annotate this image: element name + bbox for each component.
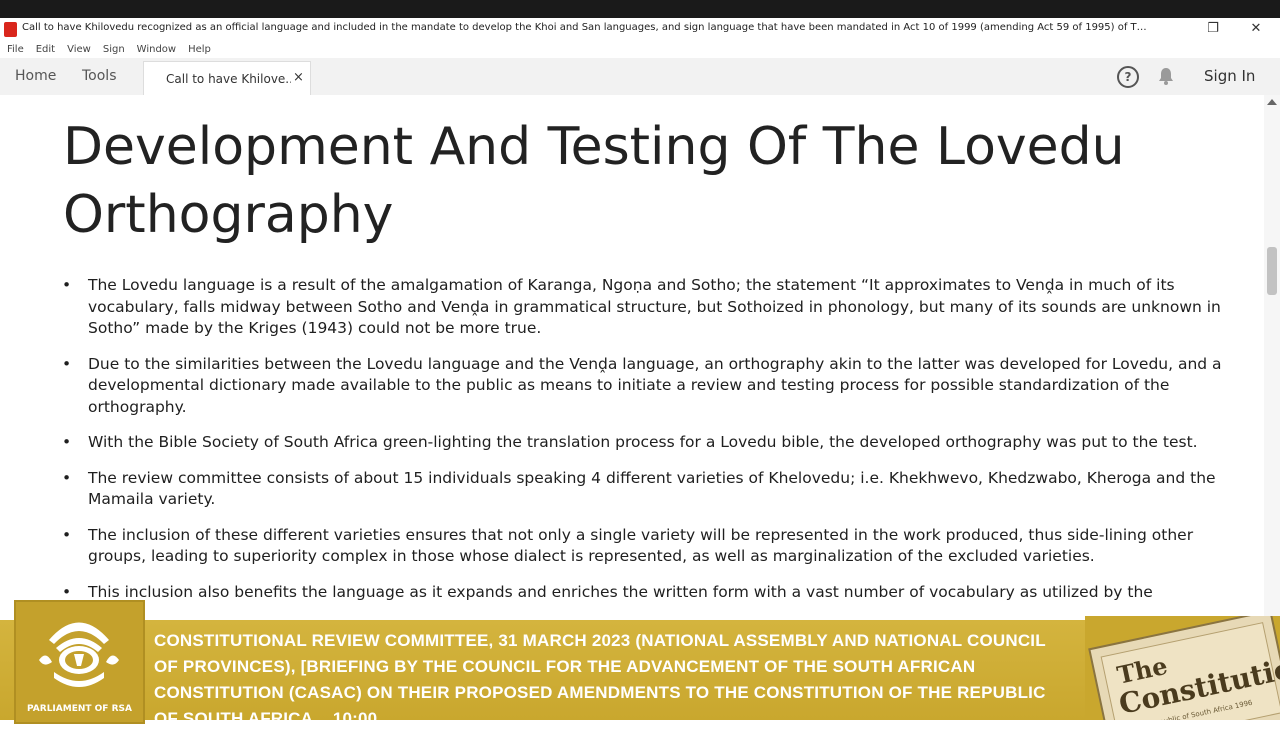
- parliament-logo: PARLIAMENT OF RSA: [14, 600, 145, 724]
- tab-tools[interactable]: Tools: [82, 68, 117, 84]
- scroll-up-icon[interactable]: [1267, 99, 1277, 105]
- bullet-list: The Lovedu language is a result of the a…: [62, 275, 1222, 617]
- tab-document[interactable]: Call to have Khilove... ×: [143, 61, 311, 96]
- banner-caption: CONSTITUTIONAL REVIEW COMMITTEE, 31 MARC…: [154, 631, 1046, 728]
- menu-help[interactable]: Help: [188, 44, 211, 55]
- menu-edit[interactable]: Edit: [36, 44, 55, 55]
- window-title: Call to have Khilovedu recognized as an …: [22, 22, 1152, 33]
- sign-in-button[interactable]: Sign In: [1204, 67, 1255, 85]
- menu-bar: File Edit View Sign Window Help: [0, 41, 1280, 58]
- list-item: Due to the similarities between the Love…: [62, 354, 1222, 419]
- list-item: The review committee consists of about 1…: [62, 468, 1222, 511]
- menu-window[interactable]: Window: [137, 44, 176, 55]
- parliament-name: PARLIAMENT OF RSA: [27, 704, 132, 714]
- pdf-app-icon: [4, 22, 17, 37]
- list-item: This inclusion also benefits the languag…: [62, 582, 1222, 604]
- menu-view[interactable]: View: [67, 44, 91, 55]
- list-item: The inclusion of these different varieti…: [62, 525, 1222, 568]
- restore-button[interactable]: ❐: [1195, 19, 1231, 39]
- top-strip: [0, 0, 1280, 18]
- list-item: With the Bible Society of South Africa g…: [62, 432, 1222, 454]
- help-icon[interactable]: ?: [1117, 66, 1139, 88]
- parliament-emblem-icon: [39, 622, 119, 687]
- notification-bell-icon[interactable]: [1158, 67, 1174, 85]
- tab-bar: Home Tools Call to have Khilove... × ? S…: [0, 58, 1280, 96]
- tab-home[interactable]: Home: [15, 68, 56, 84]
- constitution-book-image: The Constitution of the Republic of Sout…: [1085, 616, 1280, 720]
- tab-document-label: Call to have Khilove...: [166, 72, 291, 86]
- list-item: The Lovedu language is a result of the a…: [62, 275, 1222, 340]
- slide-heading: Development And Testing Of The Lovedu Or…: [63, 117, 1125, 245]
- close-window-button[interactable]: ✕: [1238, 19, 1274, 39]
- menu-sign[interactable]: Sign: [103, 44, 125, 55]
- vertical-scrollbar[interactable]: [1264, 95, 1280, 620]
- close-tab-icon[interactable]: ×: [293, 70, 304, 85]
- scrollbar-thumb[interactable]: [1267, 247, 1277, 295]
- menu-file[interactable]: File: [7, 44, 24, 55]
- document-view: Development And Testing Of The Lovedu Or…: [0, 95, 1264, 620]
- window-titlebar: Call to have Khilovedu recognized as an …: [0, 18, 1280, 41]
